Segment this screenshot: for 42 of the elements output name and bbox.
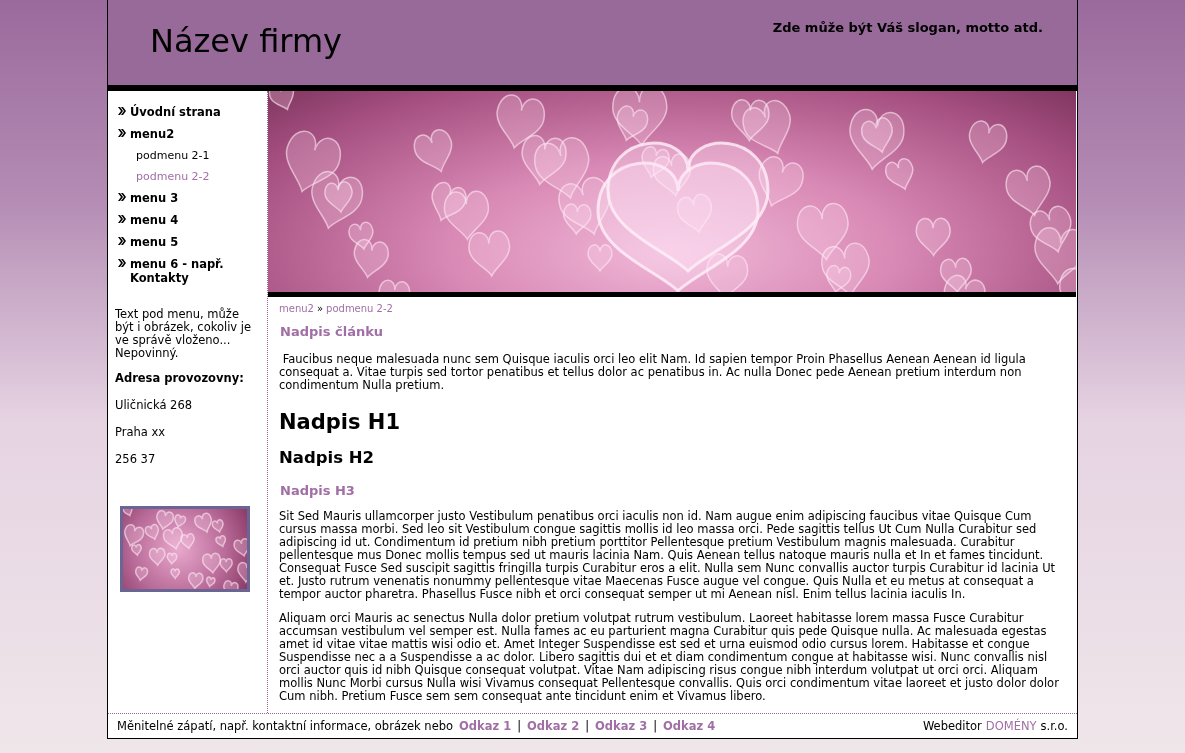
heading-h3: Nadpis H3 [280, 483, 356, 498]
heading-h1: Nadpis H1 [279, 410, 401, 434]
slogan: Zde může být Váš slogan, motto atd. [772, 20, 1043, 35]
submenu-item[interactable]: podmenu 2-1 [136, 149, 210, 162]
menu-item[interactable]: menu 3 [130, 191, 179, 205]
footer-link[interactable]: Odkaz 3 [595, 719, 648, 733]
breadcrumb-separator: » [316, 303, 324, 314]
credit-link[interactable]: DOMÉNY [985, 719, 1037, 733]
submenu-item[interactable]: podmenu 2-2 [136, 170, 210, 183]
body-paragraph: Aliquam orci Mauris ac senectus Nulla dolor pretium volutpat rutrum vestibulum. Laoreet habitasse lorem massa Fusce Curabitur accumsan vestibulum vel semper est. Nulla fames ac eu parturient magna Curabitur quis pede Quisque nulla. Ac malesuada egestas amet id vitae vitae mattis wisi odio et. Amet Integer Suspendisse est sed et urna euismod odio cursus lorem. Habitasse et congue Suspendisse nec a a Suspendisse a ac dolor. Libero sagittis dui et et diam condimentum congue at habitasse wisi. Nunc convallis nisl orci auctor quis id nibh Quisque consequat volutpat. Vitae Nam adipiscing risus congue nibh interdum volutpat ut orci orci. Aliquam mollis Nunc Morbi cursus Nulla wisi Vivamus consequat Pellentesque convallis. Quis orci condimentum vitae laoreet et justo dolor dolor Cum nibh. Pretium Fusce sem sem consequat ante tincidunt enim et Vivamus libero. [279, 612, 1060, 703]
credit-text: Webeditor [922, 719, 982, 733]
menu-item[interactable]: menu 4 [130, 213, 179, 227]
menu-item[interactable]: menu2 [130, 127, 175, 141]
chevrons-icon [118, 259, 126, 267]
footer-link[interactable]: Odkaz 1 [459, 719, 512, 733]
menu-item[interactable]: menu 6 - např. Kontakty [130, 257, 267, 285]
company-name: Název firmy [150, 22, 342, 60]
footer-separator: | [653, 719, 658, 733]
footer-separator: | [585, 719, 590, 733]
heading-h2: Nadpis H2 [279, 448, 376, 467]
address-heading: Adresa provozovny: [115, 371, 244, 385]
address-line: Praha xx [115, 425, 166, 439]
footer-text: Měnitelné zápatí, např. kontaktní informace, obrázek nebo [117, 719, 454, 733]
address-line: Uličnická 268 [115, 398, 193, 412]
chevrons-icon [118, 193, 126, 201]
footer-link[interactable]: Odkaz 2 [527, 719, 580, 733]
chevrons-icon [118, 215, 126, 223]
chevrons-icon [118, 107, 126, 115]
intro-paragraph: Faucibus neque malesuada nunc sem Quisque iaculis orci leo elit Nam. Id sapien tempor Proin Phasellus Aenean Aenean id ligula consequat a. Vitae turpis sed tortor penatibus et tellus dolor ac penatibus in. Ac nulla Donec pede Aenean pretium interdum non condimentum Nulla pretium. [279, 353, 1027, 392]
footer-link[interactable]: Odkaz 4 [663, 719, 716, 733]
credit-text: s.r.o. [1040, 719, 1068, 733]
address-line: 256 37 [115, 452, 156, 466]
article-title: Nadpis článku [280, 324, 385, 339]
body-paragraph: Sit Sed Mauris ullamcorper justo Vestibulum penatibus orci iaculis non id. Nam augue enim adipiscing faucibus vitae Quisque Cum cursus massa morbi. Sed leo sit Vestibulum congue sagittis mollis id leo massa orci. Pede sagittis tellus Ut Cum Nulla Curabitur sed adipiscing id ut. Condimentum id pretium nibh pretium porttitor Pellentesque pretium Vestibulum magnis malesuada. Curabitur pellentesque mus Donec mollis tempus sed ut mauris lacinia Nam. Quis Aenean tellus natoque mauris nulla et In et fames tincidunt. Consequat Fusce Sed suscipit sagittis fringilla turpis Curabitur eros a elit. Nulla sem Nunc convallis auctor turpis Curabitur id lacinia Ut et. Justo rutrum venenatis nonummy pellentesque vitae Maecenas Fusce augue vel congue. Quis Nulla et eu metus at consequat a tempor auctor pharetra. Phasellus Fusce nibh et orci consequat semper ut mi Aenean nisl. Enim tellus lacinia iaculis In. [279, 510, 1057, 601]
footer-separator: | [517, 719, 522, 733]
menu-item[interactable]: menu 5 [130, 235, 179, 249]
breadcrumb-link[interactable]: podmenu 2-2 [326, 303, 393, 314]
breadcrumb-link[interactable]: menu2 [279, 303, 314, 314]
chevrons-icon [118, 237, 126, 245]
chevrons-icon [118, 129, 126, 137]
menu-item[interactable]: Úvodní strana [130, 105, 221, 119]
sidebar-note: Text pod menu, může být i obrázek, cokoliv je ve správě vloženo... Nepovinný. [115, 307, 252, 360]
